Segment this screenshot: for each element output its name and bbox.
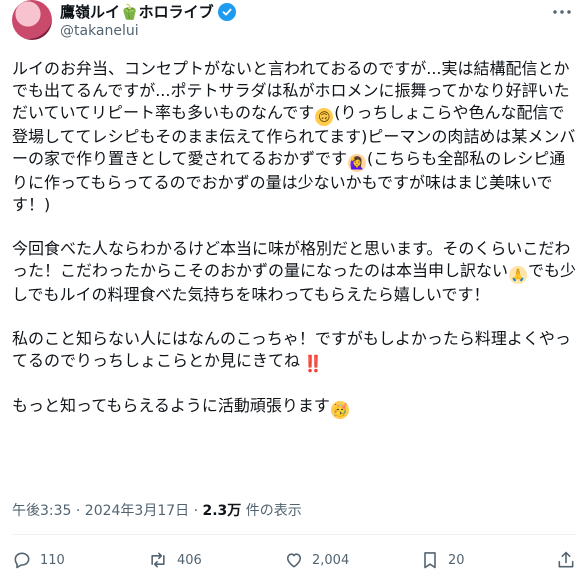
like-button[interactable]: 2,004 bbox=[284, 550, 349, 570]
bookmark-button[interactable]: 20 bbox=[420, 550, 465, 570]
reply-icon bbox=[14, 552, 30, 569]
post-paragraph-1: ルイのお弁当、コンセプトがないと言われておるのですが...実は結構配信とかでも出… bbox=[12, 58, 578, 216]
views-count: 2.3万 bbox=[202, 503, 242, 519]
reply-count: 110 bbox=[40, 552, 65, 568]
double-exclamation-emoji-icon: ‼️ bbox=[303, 354, 323, 373]
verified-badge-icon bbox=[217, 3, 236, 21]
post-text-segment: もっと知ってもらえるように活動頑張ります bbox=[12, 396, 330, 415]
more-icon[interactable] bbox=[548, 2, 576, 22]
avatar[interactable] bbox=[12, 0, 52, 40]
author-name-row: 鷹嶺ルイ🫑ホロライブ bbox=[60, 2, 236, 22]
bookmark-icon bbox=[424, 552, 436, 569]
divider bbox=[12, 534, 576, 535]
post-text: ルイのお弁当、コンセプトがないと言われておるのですが...実は結構配信とかでも出… bbox=[12, 58, 578, 419]
reply-button[interactable]: 110 bbox=[12, 550, 65, 570]
post-timestamp[interactable]: 午後3:35 · 2024年3月17日 bbox=[12, 503, 189, 519]
post-text-segment: 今回食べた人ならわかるけど本当に味が格別だと思います。そのくらいこだわった！こだ… bbox=[12, 239, 571, 280]
post-paragraph-4: もっと知ってもらえるように活動頑張ります 🥳 bbox=[12, 395, 578, 419]
action-bar: 110 406 2,004 20 bbox=[12, 550, 576, 574]
folded-hands-emoji-icon: 🙏 bbox=[509, 266, 528, 284]
repost-count: 406 bbox=[177, 552, 202, 568]
share-icon bbox=[558, 551, 574, 568]
post-paragraph-2: 今回食べた人ならわかるけど本当に味が格別だと思います。そのくらいこだわった！こだ… bbox=[12, 238, 578, 306]
meta-separator: · bbox=[189, 503, 203, 519]
views-label: 件の表示 bbox=[241, 503, 302, 519]
display-name[interactable]: 鷹嶺ルイ🫑ホロライブ bbox=[60, 2, 214, 22]
post-text-segment: 私のこと知らない人にはなんのこっちゃ！ですがもしよかったら料理よくやってるのでり… bbox=[12, 329, 571, 370]
post-paragraph-3: 私のこと知らない人にはなんのこっちゃ！ですがもしよかったら料理よくやってるのでり… bbox=[12, 328, 578, 373]
partying-face-emoji-icon: 🥳 bbox=[330, 401, 349, 419]
woman-raising-hand-emoji-icon: 🙋‍♀️ bbox=[348, 154, 367, 172]
repost-button[interactable]: 406 bbox=[147, 550, 202, 570]
like-count: 2,004 bbox=[312, 552, 350, 568]
bookmark-count: 20 bbox=[448, 552, 465, 568]
repost-icon bbox=[151, 552, 165, 568]
upside-down-face-emoji-icon: 🙃 bbox=[315, 108, 334, 126]
like-icon bbox=[286, 553, 302, 568]
author-handle[interactable]: @takanelui bbox=[60, 22, 139, 40]
share-button[interactable] bbox=[556, 550, 576, 570]
post-meta: 午後3:35 · 2024年3月17日 · 2.3万 件の表示 bbox=[12, 502, 302, 520]
post-header: 鷹嶺ルイ🫑ホロライブ @takanelui bbox=[12, 0, 576, 48]
post: 鷹嶺ルイ🫑ホロライブ @takanelui ルイのお弁当、コンセプトがないと言わ… bbox=[0, 0, 588, 580]
